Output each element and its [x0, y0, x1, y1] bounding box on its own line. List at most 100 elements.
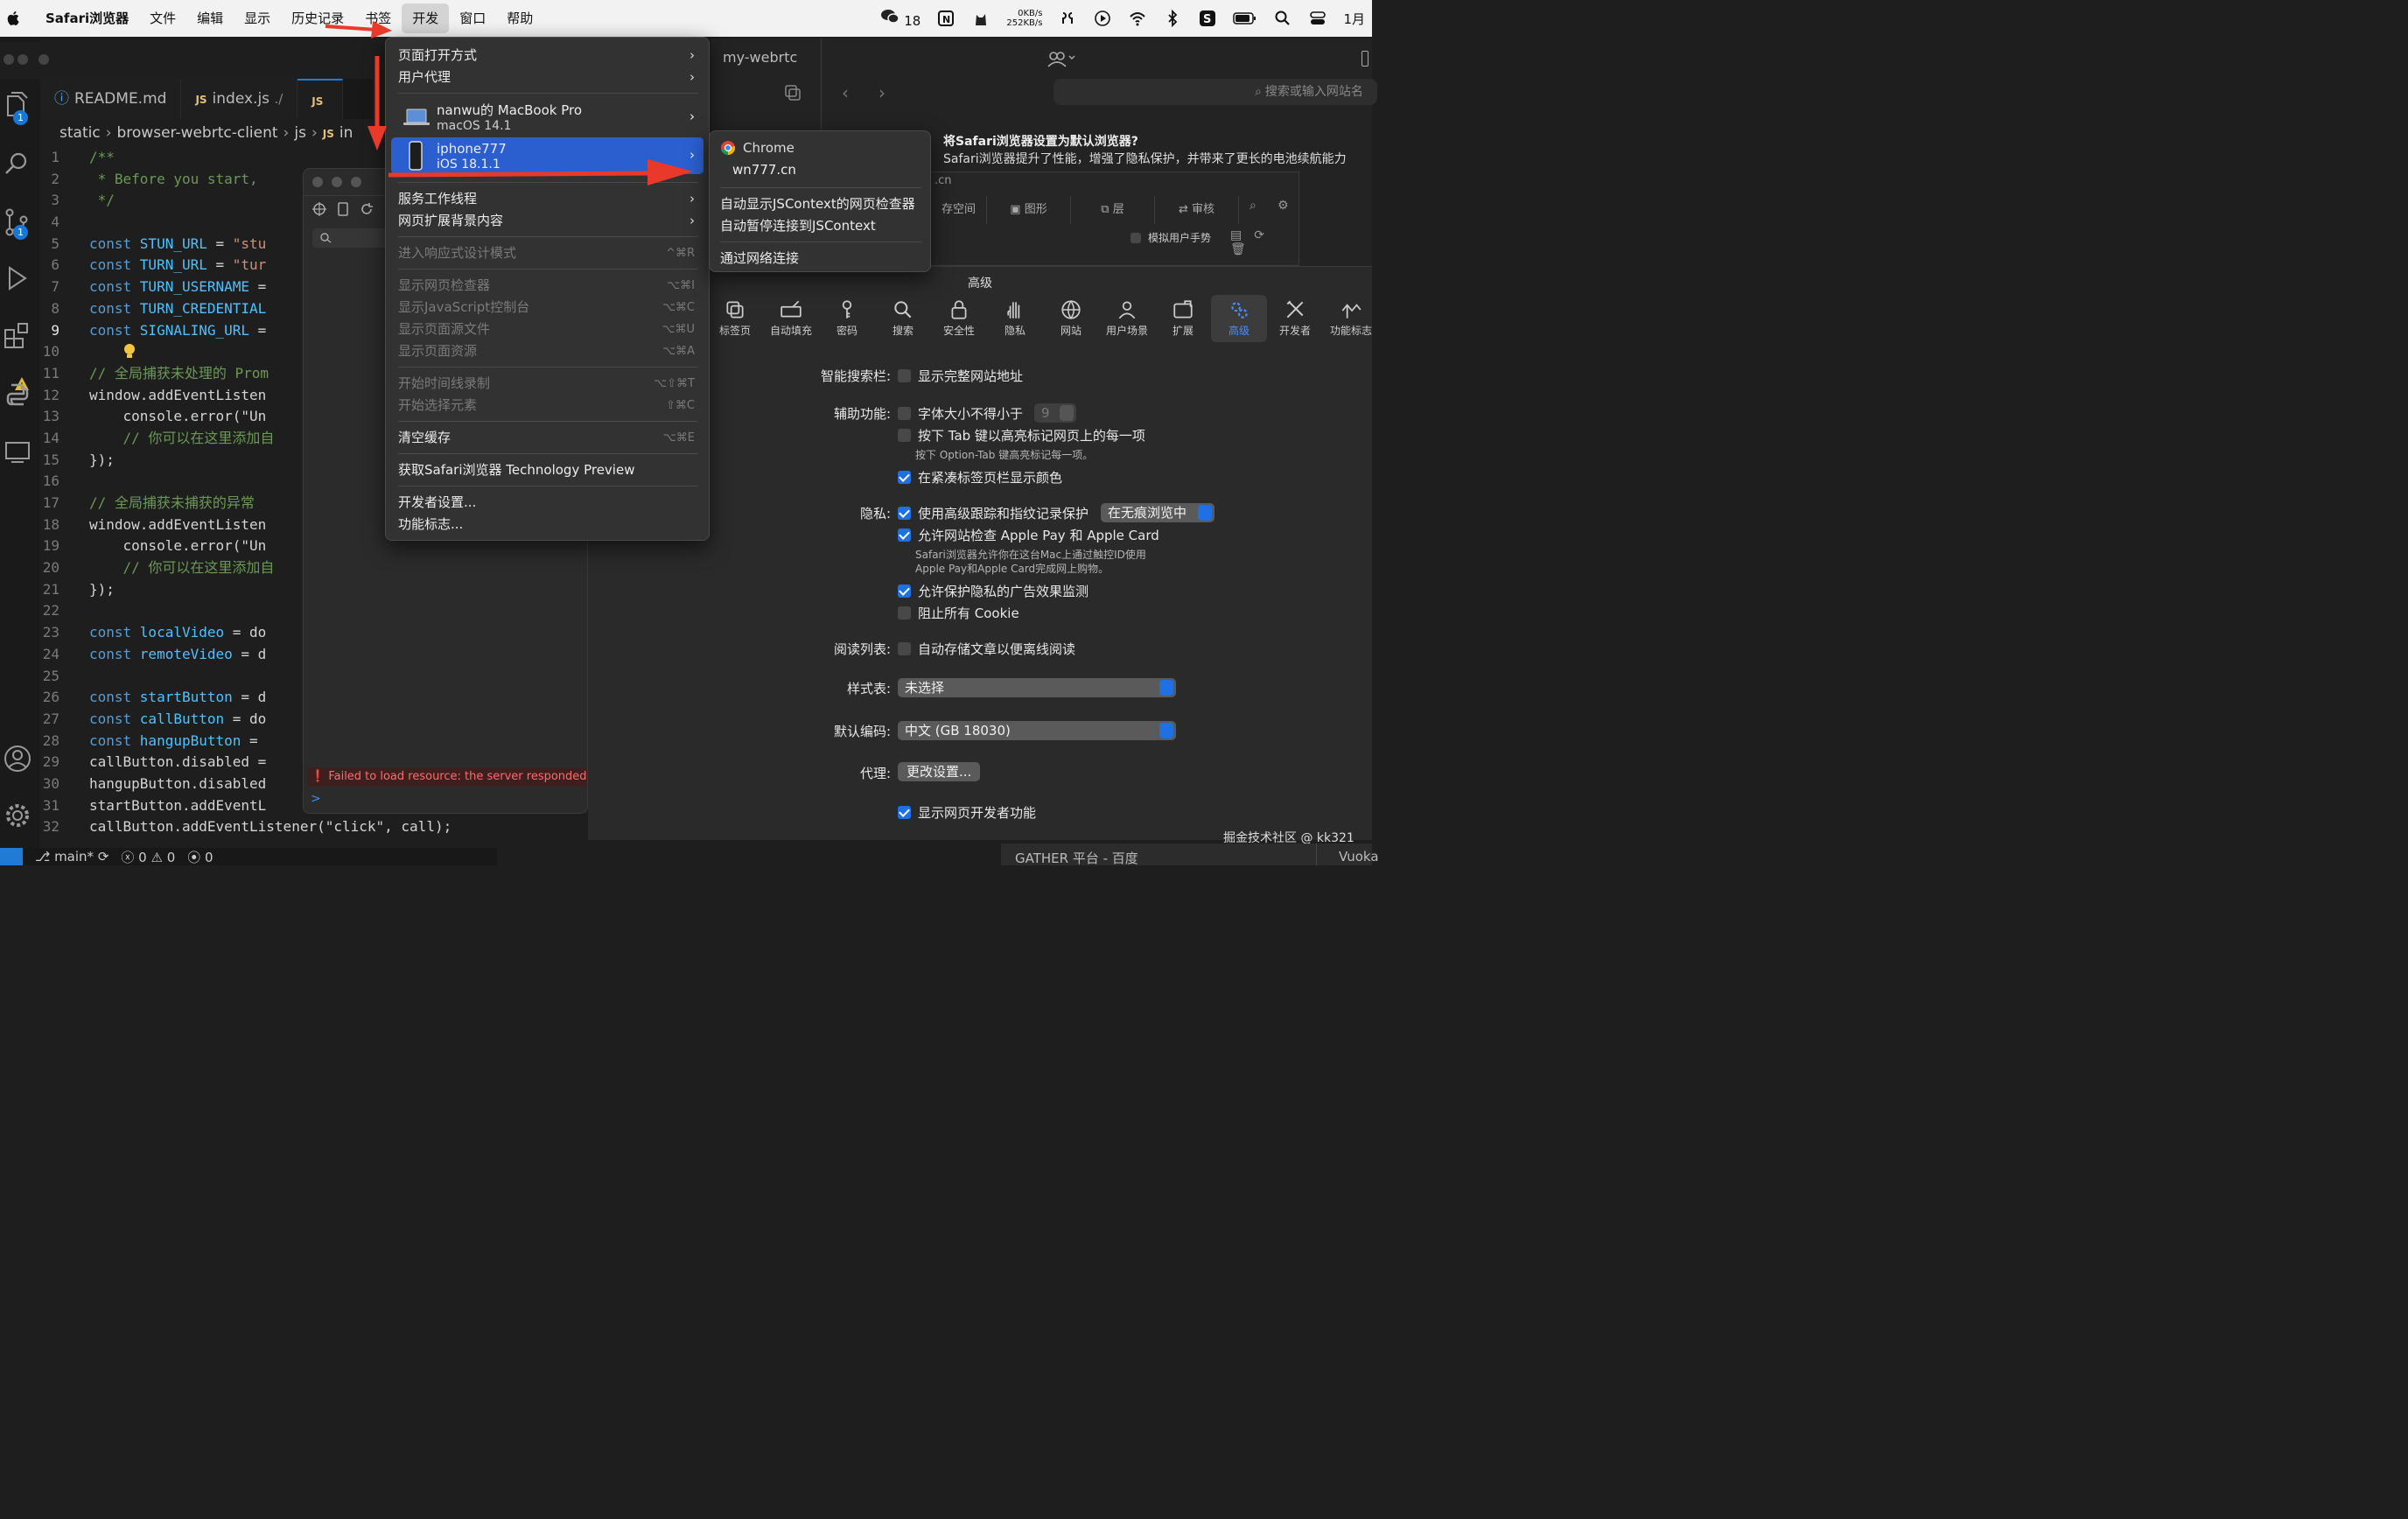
submenu-auto-pause[interactable]: 自动暂停连接到JSContext: [720, 216, 876, 234]
search-icon[interactable]: [3, 149, 32, 178]
ports-status[interactable]: ⦿ 0: [187, 848, 213, 866]
branch-status[interactable]: ⎇ main* ⟳: [35, 849, 108, 864]
spotlight-icon[interactable]: [1273, 10, 1292, 27]
show-dev-option[interactable]: 显示网页开发者功能: [898, 803, 1036, 822]
develop-menu-item[interactable]: 功能标志...: [391, 514, 704, 536]
extensions-icon[interactable]: [3, 321, 32, 351]
settings-tab-passwords[interactable]: 密码: [819, 295, 875, 342]
settings-tab-profiles[interactable]: 用户场景: [1099, 295, 1155, 342]
run-debug-icon[interactable]: [3, 264, 32, 294]
settings-tab-autofill[interactable]: 自动填充: [763, 295, 819, 342]
submenu-auto-show-inspector[interactable]: 自动显示JSContext的网页检查器: [720, 194, 915, 213]
breadcrumb-file[interactable]: in: [340, 124, 354, 142]
lightbulb-icon[interactable]: [122, 343, 136, 360]
reading-offline-checkbox[interactable]: [898, 642, 911, 655]
settings-tab-privacy[interactable]: 隐私: [987, 295, 1043, 342]
bluetooth-icon[interactable]: [1163, 10, 1182, 27]
inspector-tab-graphics[interactable]: ▣ 图形: [987, 196, 1071, 224]
bottom-tab-2[interactable]: Vuoka: [1339, 849, 1379, 864]
settings-tab-search[interactable]: 搜索: [875, 295, 931, 342]
settings-tab-feature-flags[interactable]: 功能标志: [1323, 295, 1379, 342]
block-cookies-checkbox[interactable]: [898, 606, 911, 620]
develop-menu-item[interactable]: 网页扩展背景内容 ›: [391, 210, 704, 232]
fingerprint-option[interactable]: 使用高级跟踪和指纹记录保护: [898, 504, 1088, 522]
encoding-select[interactable]: 中文 (GB 18030): [898, 721, 1176, 740]
safari-address-bar[interactable]: ⌕ 搜索或输入网站名: [1054, 79, 1377, 105]
back-button[interactable]: ‹: [842, 82, 849, 103]
window-zoom-button[interactable]: [38, 54, 49, 65]
tab-index-js[interactable]: JS index.js ./: [181, 79, 298, 119]
inspector-zoom-button[interactable]: [351, 177, 361, 187]
reload-icon[interactable]: [360, 202, 374, 216]
show-dev-checkbox[interactable]: [898, 806, 911, 819]
notion-icon[interactable]: N: [936, 10, 956, 27]
min-font-option[interactable]: 字体大小不得小于: [898, 404, 1023, 423]
inspector-actions[interactable]: ▤⟳🗑: [1230, 228, 1298, 256]
min-font-size-select[interactable]: 9: [1034, 403, 1076, 423]
apple-pay-option[interactable]: 允许网站检查 Apple Pay 和 Apple Card: [898, 526, 1159, 544]
inspector-filter-field[interactable]: [312, 228, 391, 248]
settings-tab-extensions[interactable]: 扩展: [1155, 295, 1211, 342]
inspector-close-button[interactable]: [312, 177, 323, 187]
menu-develop[interactable]: 开发: [402, 4, 450, 33]
cat-icon[interactable]: [971, 10, 990, 27]
account-icon[interactable]: [3, 744, 32, 774]
window-minimize-button[interactable]: [18, 54, 28, 65]
ad-measure-checkbox[interactable]: [898, 584, 911, 598]
menu-edit[interactable]: 编辑: [186, 4, 234, 33]
menu-file[interactable]: 文件: [139, 4, 186, 33]
bottom-tab-1[interactable]: GATHER 平台 - 百度: [1015, 849, 1138, 867]
develop-menu-item[interactable]: 用户代理 ›: [391, 66, 704, 88]
settings-tab-websites[interactable]: 网站: [1043, 295, 1099, 342]
apple-icon[interactable]: [5, 10, 23, 27]
airpods-icon[interactable]: [1058, 10, 1077, 27]
breadcrumb-client[interactable]: browser-webrtc-client: [117, 124, 278, 142]
simulate-gesture-option[interactable]: 模拟用户手势: [1130, 230, 1211, 245]
battery-icon[interactable]: [1233, 10, 1257, 27]
develop-menu-item[interactable]: 服务工作线程 ›: [391, 188, 704, 210]
sidebar-toggle[interactable]: [1362, 51, 1368, 66]
console-prompt[interactable]: >: [311, 792, 321, 806]
tab-highlight-option[interactable]: 按下 Tab 键以高亮标记网页上的每一项: [898, 426, 1145, 444]
settings-tab-tabs[interactable]: 标签页: [707, 295, 763, 342]
settings-tab-advanced[interactable]: 高级: [1211, 295, 1267, 342]
menu-help[interactable]: 帮助: [496, 4, 543, 33]
inspector-search-icon[interactable]: ⌕: [1250, 199, 1256, 213]
ad-measure-option[interactable]: 允许保护隐私的广告效果监测: [898, 582, 1088, 600]
inspector-tab-audit[interactable]: ⇄ 审核: [1155, 196, 1239, 224]
compact-color-checkbox[interactable]: [898, 471, 911, 484]
menu-window[interactable]: 窗口: [449, 4, 496, 33]
crosshair-icon[interactable]: [312, 202, 326, 216]
inspector-tab-storage[interactable]: 存空间: [931, 196, 987, 224]
play-icon[interactable]: [1093, 10, 1112, 27]
tab-active[interactable]: JS: [298, 79, 344, 119]
inspector-minimize-button[interactable]: [332, 177, 342, 187]
clock[interactable]: 1月: [1343, 10, 1365, 28]
inspector-tab-layers[interactable]: ⧉ 层: [1071, 196, 1155, 224]
breadcrumb-static[interactable]: static: [60, 124, 101, 142]
control-center-icon[interactable]: [1308, 10, 1327, 27]
code-line[interactable]: 32 callButton.addEventListener("click", c…: [40, 816, 495, 838]
submenu-site[interactable]: wn777.cn: [732, 162, 796, 178]
develop-menu-item[interactable]: 页面打开方式 ›: [391, 45, 704, 66]
show-full-address-checkbox[interactable]: [898, 369, 911, 382]
inspector-gear-icon[interactable]: ⚙: [1278, 199, 1289, 213]
fingerprint-checkbox[interactable]: [898, 507, 911, 520]
submenu-network-connect[interactable]: 通过网络连接: [720, 248, 799, 267]
compact-color-option[interactable]: 在紧凑标签页栏显示颜色: [898, 468, 1062, 486]
gear-icon[interactable]: [3, 801, 32, 830]
apple-pay-checkbox[interactable]: [898, 528, 911, 542]
develop-menu-item[interactable]: 清空缓存 ⌥⌘E: [391, 427, 704, 449]
menu-safari[interactable]: Safari浏览器: [35, 4, 139, 33]
proxy-settings-button[interactable]: 更改设置...: [898, 762, 981, 781]
stylesheet-select[interactable]: 未选择: [898, 678, 1176, 697]
s-app-icon[interactable]: S: [1198, 10, 1217, 27]
remote-explorer-icon[interactable]: [3, 438, 32, 467]
develop-menu-item[interactable]: 开发者设置...: [391, 492, 704, 514]
tab-highlight-checkbox[interactable]: [898, 429, 911, 442]
wechat-status[interactable]: 18: [880, 8, 920, 29]
fingerprint-mode-select[interactable]: 在无痕浏览中: [1101, 503, 1214, 522]
settings-tab-security[interactable]: 安全性: [931, 295, 987, 342]
block-cookies-option[interactable]: 阻止所有 Cookie: [898, 604, 1019, 622]
python-icon[interactable]: [3, 380, 32, 410]
